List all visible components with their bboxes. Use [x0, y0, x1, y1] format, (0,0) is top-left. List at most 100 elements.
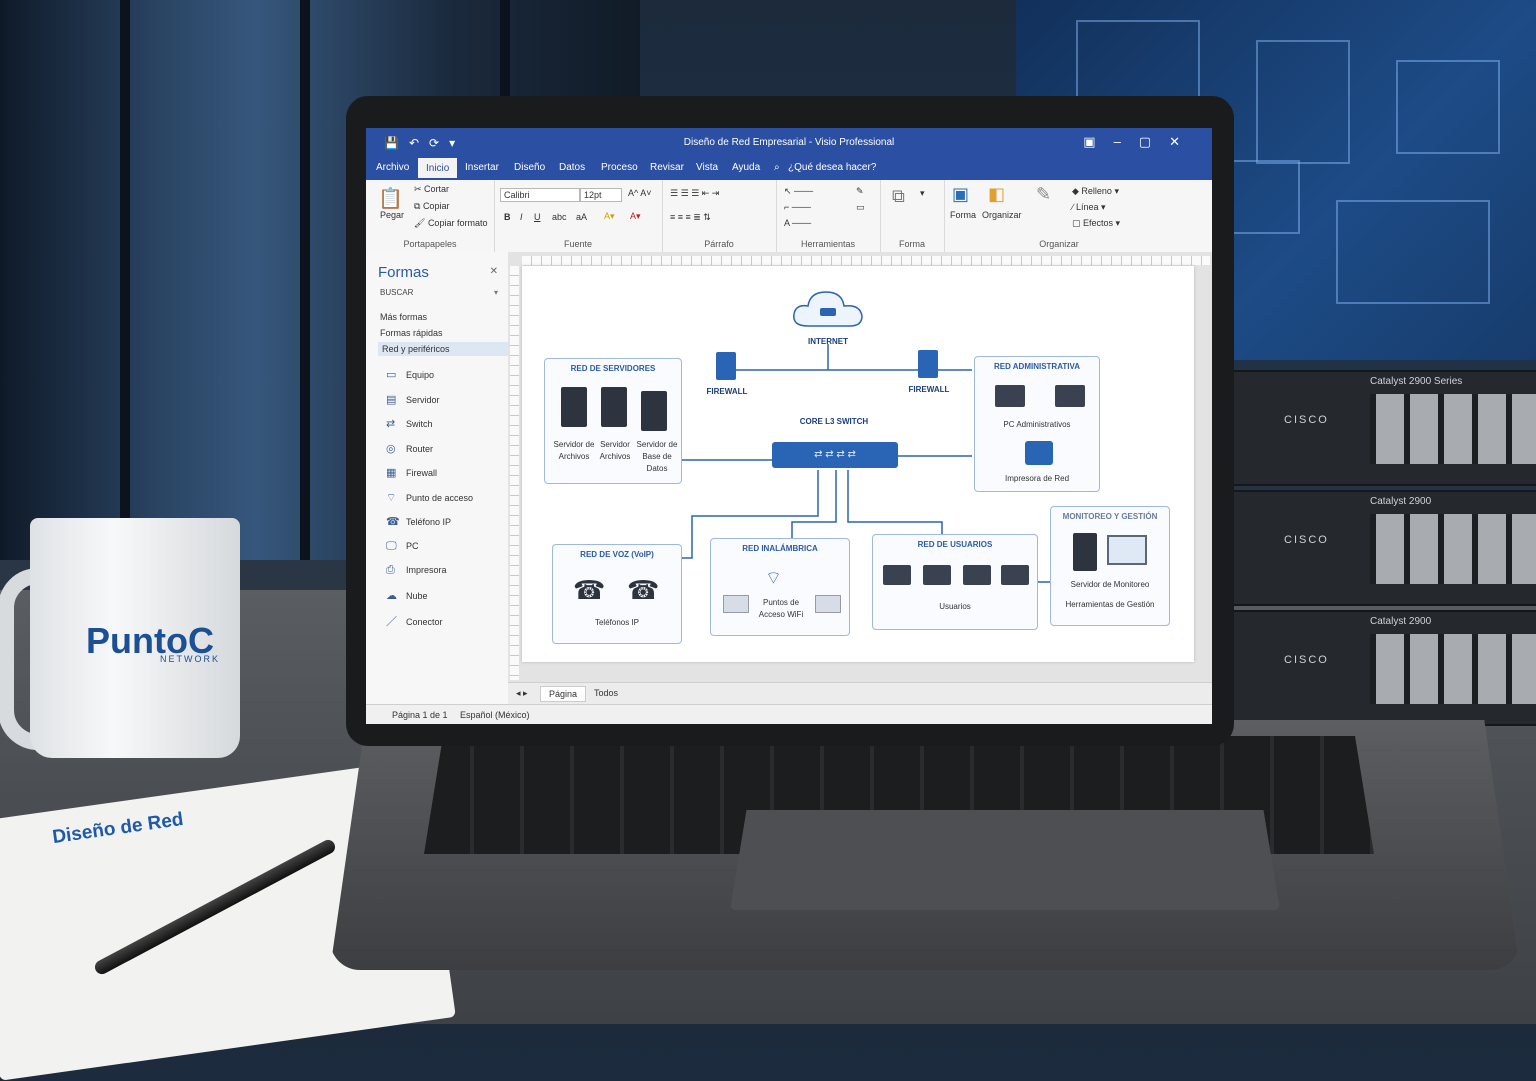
- tab-vista[interactable]: Vista: [696, 162, 718, 173]
- ribbon-display-icon[interactable]: ▣: [1083, 134, 1113, 149]
- network-switch-stack: Catalyst 2900 Series CISCO Catalyst 2900 C…: [1228, 350, 1536, 750]
- window-frame: [300, 0, 310, 560]
- shape-item-equipo[interactable]: ▭ Equipo: [386, 368, 434, 381]
- copy-button[interactable]: ⧉ Copiar: [414, 201, 449, 212]
- rectangle-icon[interactable]: ▭: [856, 202, 865, 213]
- minimize-icon[interactable]: –: [1114, 134, 1139, 149]
- shape-item-pc[interactable]: 🖵 PC: [386, 540, 419, 553]
- shape-item-router[interactable]: ◎ Router: [386, 442, 433, 455]
- grow-font-icon[interactable]: A^ A˅: [628, 188, 652, 198]
- shape-button[interactable]: Forma: [950, 210, 976, 220]
- font-color-icon[interactable]: A▾: [630, 211, 641, 222]
- wifi-icon: ⌔: [765, 568, 782, 588]
- organize-button[interactable]: Organizar: [982, 210, 1022, 220]
- nav-arrows-icon[interactable]: ◂ ▸: [516, 688, 528, 699]
- firewall-icon[interactable]: [918, 350, 938, 378]
- tell-me-input[interactable]: ¿Qué desea hacer?: [788, 162, 876, 173]
- paste-icon[interactable]: 📋: [378, 186, 403, 211]
- search-icon[interactable]: ⌕: [774, 162, 780, 173]
- quick-styles-icon[interactable]: ⧉: [892, 186, 905, 207]
- shape-item-label: Teléfono IP: [406, 517, 452, 527]
- connector-icon[interactable]: ⌐ ───: [784, 202, 811, 212]
- wireless-zone[interactable]: RED INALÁMBRICA ⌔ Puntos de Acceso WiFi: [710, 538, 850, 636]
- bullets-icon[interactable]: ☰ ☰ ☰ ⇤ ⇥: [670, 188, 719, 199]
- shape-item-impresora[interactable]: ⎙ Impresora: [386, 564, 447, 577]
- underline-icon[interactable]: U: [534, 212, 541, 222]
- styles-icon[interactable]: ✎: [1036, 184, 1051, 205]
- sheet-tab-all[interactable]: Todos: [594, 688, 618, 698]
- text-icon[interactable]: A ───: [784, 218, 811, 228]
- tab-datos[interactable]: Datos: [559, 162, 585, 173]
- arrange-group-label: Organizar: [1039, 239, 1079, 249]
- highlight-icon[interactable]: A▾: [604, 211, 615, 222]
- shape-stencil-icon: ⎙: [386, 564, 395, 576]
- pointer-icon[interactable]: ↖ ───: [784, 186, 813, 197]
- users-zone-title: RED DE USUARIOS: [917, 540, 993, 549]
- tab-ayuda[interactable]: Ayuda: [732, 162, 760, 173]
- firewall-icon[interactable]: [716, 352, 736, 380]
- quick-shapes-link[interactable]: Formas rápidas: [380, 328, 443, 338]
- printer-label: Impresora de Red: [1004, 474, 1070, 483]
- tab-inicio[interactable]: Inicio: [418, 158, 458, 178]
- font-size-select[interactable]: 12pt: [580, 188, 622, 202]
- tab-revisar[interactable]: Revisar: [650, 162, 684, 173]
- more-shapes-link[interactable]: Más formas: [380, 312, 427, 322]
- shape-item-conector[interactable]: ／ Conector: [386, 613, 443, 629]
- shape-item-punto-de-acceso[interactable]: ⌔ Punto de acceso: [386, 491, 473, 505]
- maximize-icon[interactable]: ▢: [1139, 134, 1169, 149]
- close-icon[interactable]: ✕: [490, 266, 498, 277]
- case-icon[interactable]: aA: [576, 212, 587, 222]
- internet-cloud-icon[interactable]: [790, 286, 866, 335]
- window-frame: [120, 0, 130, 560]
- core-switch-icon[interactable]: ⇄ ⇄ ⇄ ⇄: [772, 442, 898, 468]
- position-icon[interactable]: ▣: [952, 184, 969, 205]
- shape-item-switch[interactable]: ⇄ Switch: [386, 417, 433, 430]
- servers-zone-title: RED DE SERVIDORES: [570, 364, 656, 373]
- tab-insertar[interactable]: Insertar: [465, 162, 499, 173]
- tab-diseno[interactable]: Diseño: [514, 162, 545, 173]
- mug-logo-sub: NETWORK: [160, 654, 220, 664]
- network-peripherals-link[interactable]: Red y periféricos: [378, 342, 512, 356]
- admin-zone[interactable]: RED ADMINISTRATIVA PC Administrativos Im…: [974, 356, 1100, 492]
- format-painter-button[interactable]: 🖌 Copiar formato: [414, 218, 487, 229]
- shape-item-teléfono-ip[interactable]: ☎ Teléfono IP: [386, 515, 451, 528]
- paste-button[interactable]: Pegar: [380, 210, 404, 220]
- shape-dropdown-icon[interactable]: ▾: [920, 188, 925, 199]
- shape-group: ⧉ ▾ Forma: [880, 180, 945, 252]
- window-controls: ▣–▢✕: [1083, 134, 1198, 150]
- monitor-server-label: Servidor de Monitoreo: [1070, 580, 1150, 589]
- cut-button[interactable]: ✂ Cortar: [414, 184, 449, 195]
- strikethrough-icon[interactable]: abc: [552, 212, 567, 222]
- bold-icon[interactable]: B: [504, 212, 511, 222]
- sheet-tab-page[interactable]: Página: [540, 686, 587, 702]
- align-icon[interactable]: ≡ ≡ ≡ ≣ ⇅: [670, 212, 711, 223]
- monitoring-zone[interactable]: MONITOREO Y GESTIÓN Servidor de Monitore…: [1050, 506, 1170, 626]
- italic-icon[interactable]: I: [520, 212, 523, 222]
- voip-zone[interactable]: RED DE VOZ (VoIP) ☎ ☎ Teléfonos IP: [552, 544, 682, 644]
- pencil-icon[interactable]: ✎: [856, 186, 864, 197]
- diagram-page[interactable]: INTERNET FIREWALL FIREWALL CORE L3 SWITC…: [522, 266, 1194, 662]
- shape-stencil-icon: ☁: [386, 589, 397, 602]
- users-zone[interactable]: RED DE USUARIOS Usuarios: [872, 534, 1038, 630]
- close-icon[interactable]: ✕: [1169, 134, 1198, 149]
- fill-button[interactable]: ◆ Relleno ▾: [1072, 186, 1119, 197]
- ribbon-tabs: Archivo Inicio Insertar Diseño Datos Pro…: [366, 158, 1212, 180]
- shape-item-servidor[interactable]: ▤ Servidor: [386, 393, 440, 406]
- laptop-touchpad: [730, 810, 1280, 910]
- font-name-select[interactable]: Calibri: [500, 188, 580, 202]
- access-points-label: Puntos de Acceso WiFi: [758, 598, 804, 619]
- shape-item-nube[interactable]: ☁ Nube: [386, 589, 428, 602]
- tab-proceso[interactable]: Proceso: [601, 162, 638, 173]
- chevron-down-icon[interactable]: ▾: [494, 288, 498, 297]
- tab-archivo[interactable]: Archivo: [376, 162, 409, 173]
- shape-item-firewall[interactable]: ▦ Firewall: [386, 466, 437, 479]
- horizontal-ruler: [522, 256, 1210, 265]
- line-button[interactable]: ∕ Línea ▾: [1072, 202, 1106, 213]
- effects-button[interactable]: ▢ Efectos ▾: [1072, 218, 1120, 229]
- shape-stencil-icon: ◎: [386, 442, 396, 455]
- servers-zone[interactable]: RED DE SERVIDORES Servidor de Archivos S…: [544, 358, 682, 484]
- organize-icon[interactable]: ◧: [988, 184, 1005, 205]
- shape-item-label: Router: [406, 443, 434, 454]
- shapes-search[interactable]: BUSCAR: [380, 288, 413, 297]
- server-label: Servidor de Base de Datos: [636, 440, 678, 473]
